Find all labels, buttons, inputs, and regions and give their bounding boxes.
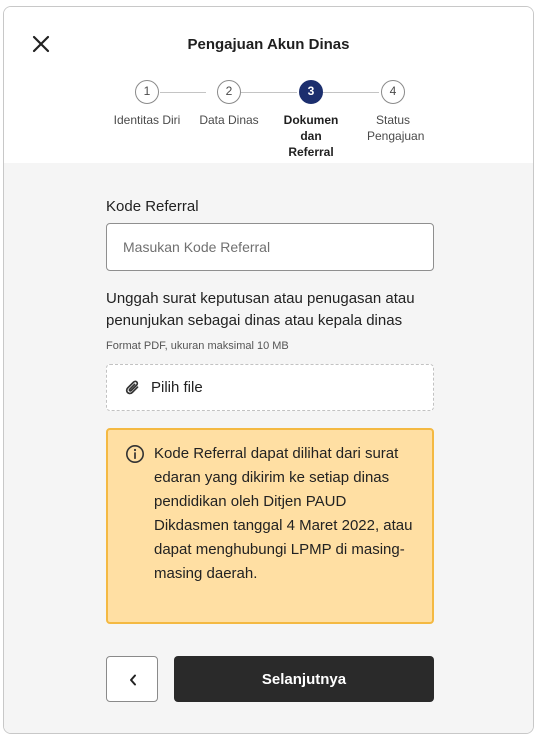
next-button[interactable]: Selanjutnya bbox=[174, 656, 434, 702]
referral-input[interactable] bbox=[106, 223, 434, 271]
step-number: 3 bbox=[299, 80, 323, 104]
chevron-left-icon bbox=[130, 674, 136, 686]
file-picker-label: Pilih file bbox=[151, 379, 203, 396]
stepper: 1 Identitas Diri 2 Data Dinas 3 Dokumen … bbox=[4, 80, 533, 160]
upload-hint: Format PDF, ukuran maksimal 10 MB bbox=[106, 340, 289, 352]
file-picker-button[interactable]: Pilih file bbox=[106, 364, 434, 411]
step-status-pengajuan: 4 Status Pengajuan bbox=[345, 80, 441, 144]
step-number: 4 bbox=[381, 80, 405, 104]
info-callout: Kode Referral dapat dilihat dari surat e… bbox=[106, 428, 434, 624]
step-number: 2 bbox=[217, 80, 241, 104]
info-text: Kode Referral dapat dilihat dari surat e… bbox=[154, 445, 413, 582]
referral-label: Kode Referral bbox=[106, 198, 199, 215]
back-button[interactable] bbox=[106, 656, 158, 702]
upload-description: Unggah surat keputusan atau penugasan at… bbox=[106, 290, 415, 329]
form-content: Kode Referral Unggah surat keputusan ata… bbox=[4, 163, 533, 733]
step-label: Status Pengajuan bbox=[367, 113, 425, 143]
info-icon bbox=[126, 445, 144, 463]
step-number: 1 bbox=[135, 80, 159, 104]
paperclip-icon bbox=[125, 380, 139, 395]
modal-header: Pengajuan Akun Dinas 1 Identitas Diri 2 … bbox=[4, 7, 533, 163]
modal-dialog: Pengajuan Akun Dinas 1 Identitas Diri 2 … bbox=[3, 6, 534, 734]
modal-title: Pengajuan Akun Dinas bbox=[187, 36, 350, 53]
